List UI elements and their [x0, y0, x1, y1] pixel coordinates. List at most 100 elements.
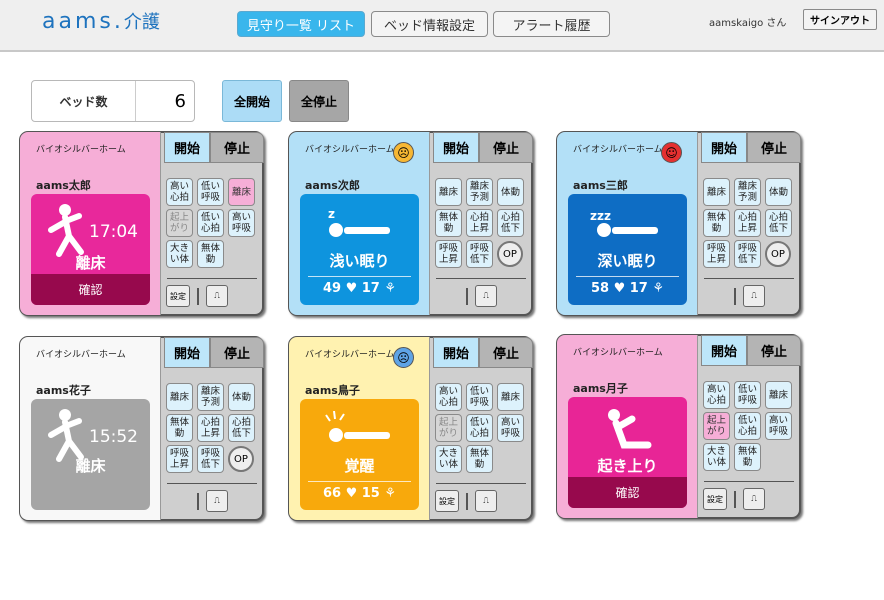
nav-alert-history[interactable]: アラート履歴: [493, 11, 610, 37]
alert-toggle[interactable]: 呼吸 上昇: [166, 445, 193, 473]
separator-bar: [466, 288, 468, 305]
alert-toggle[interactable]: 無体 動: [435, 209, 462, 237]
settings-button[interactable]: 設定: [703, 488, 727, 510]
state-box[interactable]: zzz 深い眠り 58 ♥ 17 ⚘: [568, 194, 687, 305]
alert-toggle[interactable]: 無体 動: [734, 443, 761, 471]
alert-toggle[interactable]: 高い 心拍: [166, 178, 193, 206]
alert-toggle[interactable]: 低い 心拍: [734, 412, 761, 440]
start-all-button[interactable]: 全開始: [222, 80, 282, 122]
state-box[interactable]: 17:04 離床 確認: [31, 194, 150, 305]
graph-icon[interactable]: ⎍: [206, 490, 228, 512]
alert-toggle[interactable]: 離床 予測: [197, 383, 224, 411]
confirm-button[interactable]: 確認: [568, 477, 687, 508]
alert-toggle[interactable]: 無体 動: [466, 445, 493, 473]
alert-toggle[interactable]: 心拍 低下: [765, 209, 792, 237]
graph-icon[interactable]: ⎍: [743, 285, 765, 307]
op-button[interactable]: OP: [765, 241, 791, 267]
state-box[interactable]: 起き上り 確認: [568, 397, 687, 508]
confirm-button[interactable]: 確認: [31, 274, 150, 305]
alert-toggle[interactable]: 離床 予測: [734, 178, 761, 206]
graph-icon[interactable]: ⎍: [475, 285, 497, 307]
alert-toggle[interactable]: 無体 動: [166, 414, 193, 442]
separator-bar: [734, 288, 736, 305]
alert-toggle[interactable]: 大き い体: [166, 240, 193, 268]
op-button[interactable]: OP: [497, 241, 523, 267]
alert-toggle[interactable]: 離床: [765, 381, 792, 409]
alert-toggle[interactable]: 高い 呼吸: [228, 209, 255, 237]
alert-toggle[interactable]: 離床: [166, 383, 193, 411]
state-text: 離床: [75, 254, 106, 272]
stop-button[interactable]: 停止: [210, 337, 264, 368]
stop-button[interactable]: 停止: [210, 132, 264, 163]
start-button[interactable]: 開始: [164, 337, 210, 368]
alert-toggle[interactable]: 呼吸 上昇: [435, 240, 462, 268]
start-button[interactable]: 開始: [433, 132, 479, 163]
alert-toggle[interactable]: 低い 心拍: [466, 414, 493, 442]
start-button[interactable]: 開始: [701, 335, 747, 366]
alert-toggle[interactable]: 心拍 低下: [228, 414, 255, 442]
alert-toggle[interactable]: 呼吸 低下: [197, 445, 224, 473]
nav-watch-list[interactable]: 見守り一覧 リスト: [237, 11, 365, 37]
alert-toggle[interactable]: 呼吸 低下: [466, 240, 493, 268]
alert-toggle[interactable]: 高い 呼吸: [497, 414, 524, 442]
stop-button[interactable]: 停止: [479, 337, 533, 368]
status-panel: バイオシルバーホーム aams三郎 ☺ zzz 深い眠り 58 ♥ 17 ⚘: [557, 132, 698, 315]
alert-toggle[interactable]: 低い 心拍: [197, 209, 224, 237]
state-box[interactable]: z 浅い眠り 49 ♥ 17 ⚘: [300, 194, 419, 305]
alert-toggle[interactable]: 離床: [497, 383, 524, 411]
signout-button[interactable]: サインアウト: [803, 9, 877, 30]
state-text: 起き上り: [597, 457, 658, 475]
alert-toggle[interactable]: 体動: [497, 178, 524, 206]
sleep-state-icon: [322, 410, 402, 449]
alert-toggle[interactable]: 高い 呼吸: [765, 412, 792, 440]
alert-toggle[interactable]: 心拍 上昇: [197, 414, 224, 442]
stop-button[interactable]: 停止: [479, 132, 533, 163]
graph-icon[interactable]: ⎍: [475, 490, 497, 512]
alert-toggle[interactable]: 高い 心拍: [703, 381, 730, 409]
stop-button[interactable]: 停止: [747, 132, 801, 163]
alert-toggle[interactable]: 低い 呼吸: [197, 178, 224, 206]
alert-toggle[interactable]: 無体 動: [197, 240, 224, 268]
lungs-icon: ⚘: [379, 486, 397, 501]
start-button[interactable]: 開始: [701, 132, 747, 163]
start-button[interactable]: 開始: [164, 132, 210, 163]
alert-toggle[interactable]: 起上 がり: [703, 412, 730, 440]
graph-icon[interactable]: ⎍: [743, 488, 765, 510]
alert-toggle[interactable]: 離床: [703, 178, 730, 206]
heart-rate: 58: [590, 281, 610, 296]
alert-toggle[interactable]: 体動: [765, 178, 792, 206]
settings-button[interactable]: 設定: [166, 285, 190, 307]
alert-toggle[interactable]: 大き い体: [703, 443, 730, 471]
state-box[interactable]: 覚醒 66 ♥ 15 ⚘: [300, 399, 419, 510]
alert-toggle[interactable]: 起上 がり: [166, 209, 193, 237]
heart-icon: ♥: [341, 486, 362, 501]
stop-all-button[interactable]: 全停止: [289, 80, 349, 122]
alert-toggle[interactable]: 心拍 低下: [497, 209, 524, 237]
alert-toggle[interactable]: 心拍 上昇: [466, 209, 493, 237]
app-logo[interactable]: aams.介護: [42, 8, 160, 34]
stop-button[interactable]: 停止: [747, 335, 801, 366]
alert-toggle[interactable]: 低い 呼吸: [466, 383, 493, 411]
alert-toggle[interactable]: 無体 動: [703, 209, 730, 237]
alert-toggle[interactable]: 離床: [228, 178, 255, 206]
resident-name: aams月子: [573, 382, 628, 395]
alert-toggle[interactable]: 呼吸 低下: [734, 240, 761, 268]
alert-toggle[interactable]: 起上 がり: [435, 414, 462, 442]
settings-button[interactable]: 設定: [435, 490, 459, 512]
op-button[interactable]: OP: [228, 446, 254, 472]
alert-toggle[interactable]: 離床 予測: [466, 178, 493, 206]
alert-toggle[interactable]: 低い 呼吸: [734, 381, 761, 409]
mood-neutral-icon: ☹: [393, 142, 414, 163]
alert-toggle[interactable]: 心拍 上昇: [734, 209, 761, 237]
facility-name: バイオシルバーホーム: [573, 145, 663, 155]
start-button[interactable]: 開始: [433, 337, 479, 368]
alert-toggle[interactable]: 呼吸 上昇: [703, 240, 730, 268]
alert-toggle[interactable]: 離床: [435, 178, 462, 206]
bed-count-label: ベッド数: [32, 81, 136, 121]
graph-icon[interactable]: ⎍: [206, 285, 228, 307]
alert-toggle[interactable]: 高い 心拍: [435, 383, 462, 411]
nav-bed-settings[interactable]: ベッド情報設定: [371, 11, 488, 37]
alert-toggle[interactable]: 大き い体: [435, 445, 462, 473]
state-box[interactable]: 15:52 離床: [31, 399, 150, 510]
alert-toggle[interactable]: 体動: [228, 383, 255, 411]
